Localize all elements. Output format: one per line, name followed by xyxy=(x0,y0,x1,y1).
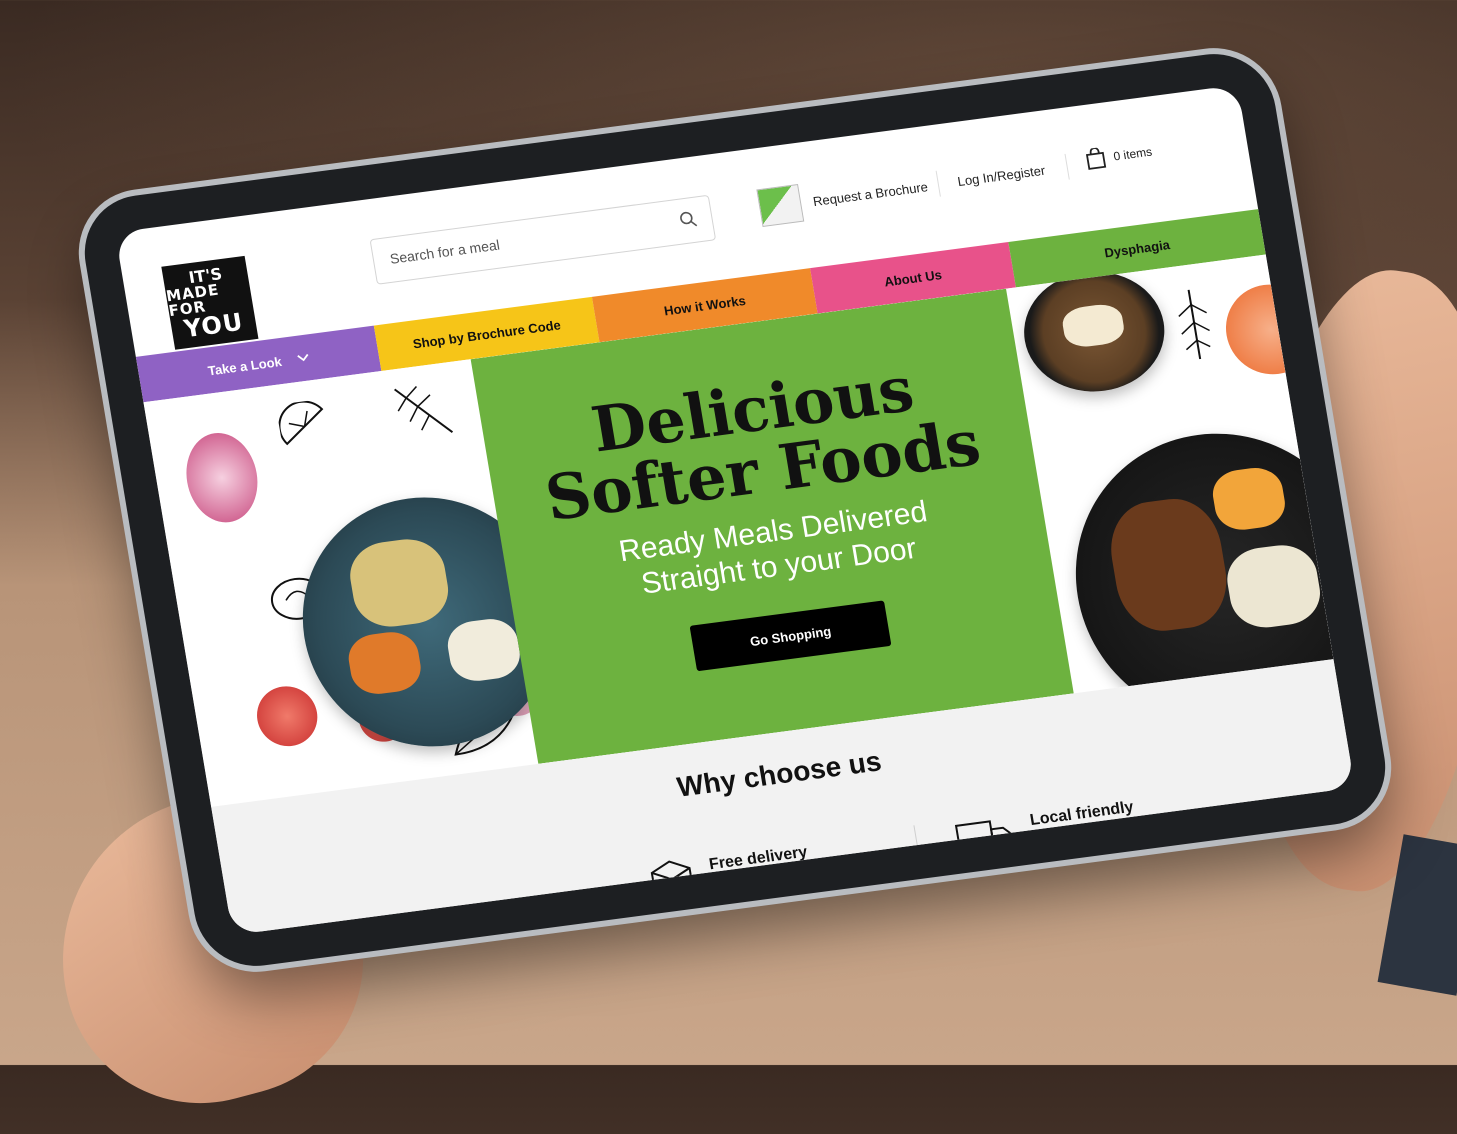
site-logo[interactable]: IT'S MADE FOR YOU xyxy=(161,255,259,350)
shopping-bag-icon xyxy=(1085,147,1107,170)
feature-line-1: Local friendly xyxy=(1028,798,1135,830)
herb-sketch-icon xyxy=(394,386,454,434)
cart-count: 0 items xyxy=(1112,144,1154,164)
gravy-pan xyxy=(1014,263,1174,400)
mash-portion xyxy=(444,615,524,685)
search-box xyxy=(369,194,717,285)
cream-portion xyxy=(1060,302,1127,350)
cart-link[interactable]: 0 items xyxy=(1084,141,1154,171)
feature-divider xyxy=(913,825,926,895)
carrot-mash-portion xyxy=(1209,464,1289,534)
potato-mash-portion xyxy=(1222,540,1325,632)
header-divider xyxy=(1064,153,1070,180)
nav-label: How it Works xyxy=(662,292,747,318)
logo-line-3: YOU xyxy=(181,307,246,344)
feature-delivery-drivers: Local friendly delivery drivers xyxy=(953,795,1153,862)
feature-free-delivery: Free delivery on orders over £30 xyxy=(646,834,857,906)
tablet-screen: IT'S MADE FOR YOU Request a Brochure Log… xyxy=(115,84,1355,936)
turnip-illustration xyxy=(179,428,265,527)
herb-sprig-icon xyxy=(1178,289,1211,360)
box-icon xyxy=(650,860,694,901)
chevron-down-icon xyxy=(297,353,309,362)
feature-line-1: Free delivery xyxy=(707,843,809,874)
lemon-slice-icon xyxy=(278,400,324,446)
nav-label: About Us xyxy=(883,266,943,289)
search-input[interactable] xyxy=(386,214,662,269)
go-shopping-button[interactable]: Go Shopping xyxy=(689,600,892,672)
request-brochure-label: Request a Brochure xyxy=(811,178,929,209)
header-divider xyxy=(935,170,941,197)
vegetable-portion xyxy=(345,628,425,698)
hero-panel: Delicious Softer Foods Ready Meals Deliv… xyxy=(470,288,1074,764)
pie-portion xyxy=(345,534,454,632)
search-icon[interactable] xyxy=(678,210,699,230)
tablet-device: IT'S MADE FOR YOU Request a Brochure Log… xyxy=(75,46,1395,974)
tomato-illustration xyxy=(252,682,322,750)
nav-label: Take a Look xyxy=(206,353,283,378)
nav-label: Dysphagia xyxy=(1103,236,1171,260)
request-brochure-link[interactable]: Request a Brochure xyxy=(756,164,931,230)
delivery-truck-icon xyxy=(954,820,1015,858)
brochure-thumbnail xyxy=(756,183,805,227)
nav-label: Shop by Brochure Code xyxy=(411,316,562,352)
login-register-link[interactable]: Log In/Register xyxy=(956,163,1046,189)
mince-portion xyxy=(1103,493,1235,637)
